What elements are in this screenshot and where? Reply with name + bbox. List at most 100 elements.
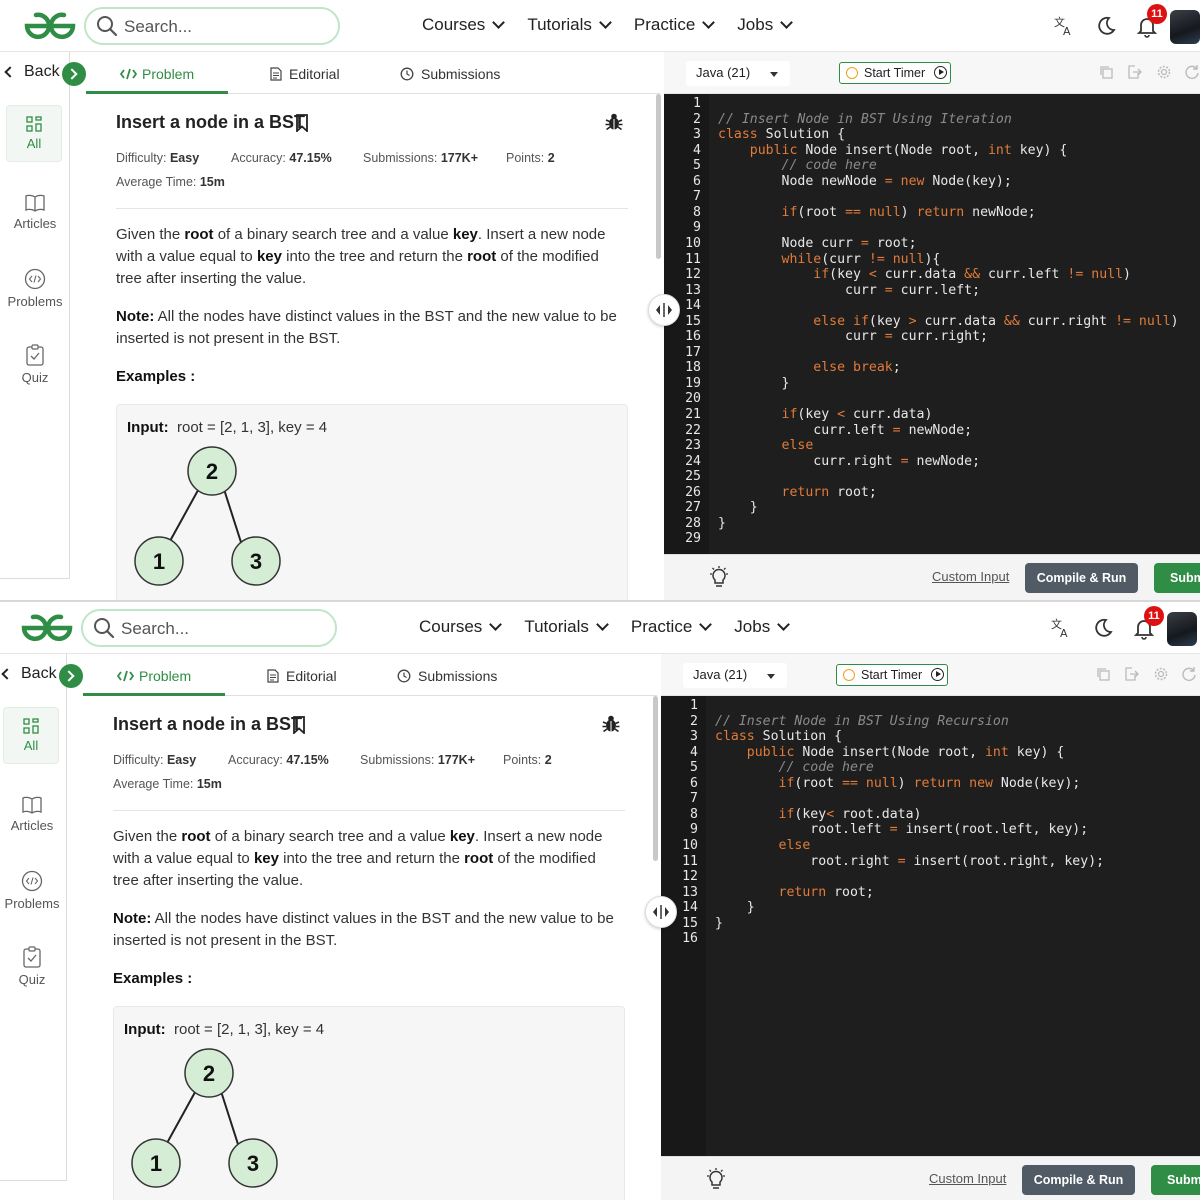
custom-input-link[interactable]: Custom Input: [932, 569, 1009, 584]
report-bug-icon[interactable]: [604, 112, 624, 132]
document-icon: [267, 669, 279, 683]
expand-sidebar-button[interactable]: [62, 62, 86, 86]
sidebar-item-articles[interactable]: Articles: [0, 194, 70, 231]
problem-tabs: Problem Editorial Submissions: [83, 654, 657, 696]
sidebar-item-articles[interactable]: Articles: [0, 796, 67, 833]
points: Points: 2: [503, 753, 552, 767]
line-number: 2: [690, 713, 698, 729]
nav-practice[interactable]: Practice: [631, 617, 713, 637]
dark-mode-moon-icon[interactable]: [1091, 616, 1115, 640]
code-text: else: [781, 438, 814, 454]
problem-scrollbar[interactable]: [656, 94, 661, 259]
translate-icon[interactable]: 文A: [1052, 14, 1076, 38]
lightbulb-hint-icon[interactable]: [705, 1167, 727, 1191]
submit-button[interactable]: Submit: [1151, 1165, 1200, 1195]
copy-icon[interactable]: [1095, 666, 1111, 682]
nav-courses[interactable]: Courses: [419, 617, 503, 637]
nav-practice[interactable]: Practice: [634, 15, 716, 35]
code-text: }: [718, 515, 726, 531]
gfg-logo-icon[interactable]: [21, 612, 73, 644]
chevron-down-icon: [780, 16, 794, 29]
start-timer-button[interactable]: Start Timer: [839, 62, 951, 84]
bookmark-icon[interactable]: [292, 716, 306, 734]
tab-submissions[interactable]: Submissions: [400, 66, 500, 82]
refresh-icon[interactable]: [1184, 64, 1200, 80]
bookmark-icon[interactable]: [295, 114, 309, 132]
search-bar[interactable]: Search...: [84, 7, 340, 45]
code-text: Node newNode = new Node(key);: [718, 173, 1012, 189]
nav-jobs[interactable]: Jobs: [734, 617, 791, 637]
tab-problem[interactable]: Problem: [117, 668, 191, 684]
problem-scrollbar[interactable]: [653, 696, 658, 861]
nav-jobs[interactable]: Jobs: [737, 15, 794, 35]
code-editor[interactable]: 1 2// Insert Node in BST Using Iteration 3…: [664, 94, 1200, 554]
dark-mode-moon-icon[interactable]: [1094, 14, 1118, 38]
search-bar[interactable]: Search...: [81, 609, 337, 647]
language-select[interactable]: Java (21): [683, 663, 787, 688]
panel-resize-handle[interactable]: [648, 294, 680, 326]
tab-label: Editorial: [289, 66, 340, 82]
code-text: return root;: [778, 884, 874, 900]
line-number: 25: [685, 469, 701, 485]
code-editor[interactable]: 1 2// Insert Node in BST Using Recursion 3…: [661, 696, 1200, 1156]
copy-icon[interactable]: [1098, 64, 1114, 80]
code-line: 12 if(key < curr.data && curr.left != nu…: [664, 267, 1200, 283]
compile-run-button[interactable]: Compile & Run: [1022, 1165, 1135, 1195]
nav-tutorials[interactable]: Tutorials: [527, 15, 612, 35]
nav-tutorials[interactable]: Tutorials: [524, 617, 609, 637]
tab-editorial[interactable]: Editorial: [270, 66, 340, 82]
code-text: if(key < curr.data && curr.left != null): [813, 267, 1131, 283]
left-sidebar: All Articles Problems Quiz: [0, 654, 67, 1181]
start-timer-button[interactable]: Start Timer: [836, 664, 948, 686]
compile-run-button[interactable]: Compile & Run: [1025, 563, 1138, 593]
code-line: 2 // Insert Node in BST Using Recursion: [661, 714, 1200, 730]
submit-button[interactable]: Submit: [1154, 563, 1200, 593]
tab-editorial[interactable]: Editorial: [267, 668, 337, 684]
sidebar-item-all[interactable]: All: [3, 707, 59, 764]
user-avatar[interactable]: [1170, 10, 1200, 44]
line-number: 23: [685, 438, 701, 454]
tab-submissions[interactable]: Submissions: [397, 668, 497, 684]
problem-title: Insert a node in a BST: [116, 112, 306, 132]
code-line: 9: [664, 220, 1200, 236]
settings-gear-icon[interactable]: [1156, 64, 1172, 80]
language-select[interactable]: Java (21): [686, 61, 790, 86]
line-number: 4: [690, 744, 698, 760]
expand-sidebar-button[interactable]: [59, 664, 83, 688]
back-link[interactable]: Back: [1, 665, 57, 683]
lightbulb-hint-icon[interactable]: [708, 565, 730, 589]
sidebar-item-problems[interactable]: Problems: [0, 870, 67, 911]
panel-resize-handle[interactable]: [645, 896, 677, 928]
document-icon: [270, 67, 282, 81]
back-label: Back: [21, 665, 57, 682]
gfg-logo-icon[interactable]: [24, 10, 76, 42]
code-text: return root;: [781, 484, 877, 500]
back-link[interactable]: Back: [4, 63, 60, 81]
sidebar-item-quiz[interactable]: Quiz: [0, 344, 70, 385]
tree-node-label: 2: [203, 1061, 215, 1086]
line-number: 17: [685, 344, 701, 360]
user-avatar[interactable]: [1167, 612, 1197, 646]
sidebar-item-all[interactable]: All: [6, 105, 62, 162]
timer-label: Start Timer: [864, 66, 926, 80]
translate-icon[interactable]: 文A: [1049, 616, 1073, 640]
tab-problem[interactable]: Problem: [120, 66, 194, 82]
sidebar-item-quiz[interactable]: Quiz: [0, 946, 67, 987]
custom-input-link[interactable]: Custom Input: [929, 1171, 1006, 1186]
report-bug-icon[interactable]: [601, 714, 621, 734]
code-line: 20: [664, 391, 1200, 407]
refresh-icon[interactable]: [1181, 666, 1197, 682]
editor-footer: Custom Input Compile & Run Submit: [664, 554, 1200, 600]
line-number: 7: [690, 791, 698, 807]
code-line: 5 // code here: [664, 158, 1200, 174]
sidebar-item-problems[interactable]: Problems: [0, 268, 70, 309]
settings-gear-icon[interactable]: [1153, 666, 1169, 682]
nav-courses[interactable]: Courses: [422, 15, 506, 35]
line-number: 6: [690, 775, 698, 791]
back-label: Back: [24, 63, 60, 80]
search-placeholder: Search...: [121, 619, 190, 638]
chevron-down-icon: [492, 16, 506, 29]
example-input: Input: root = [2, 1, 3], key = 4: [124, 1021, 325, 1038]
export-icon[interactable]: [1123, 666, 1139, 682]
export-icon[interactable]: [1126, 64, 1142, 80]
